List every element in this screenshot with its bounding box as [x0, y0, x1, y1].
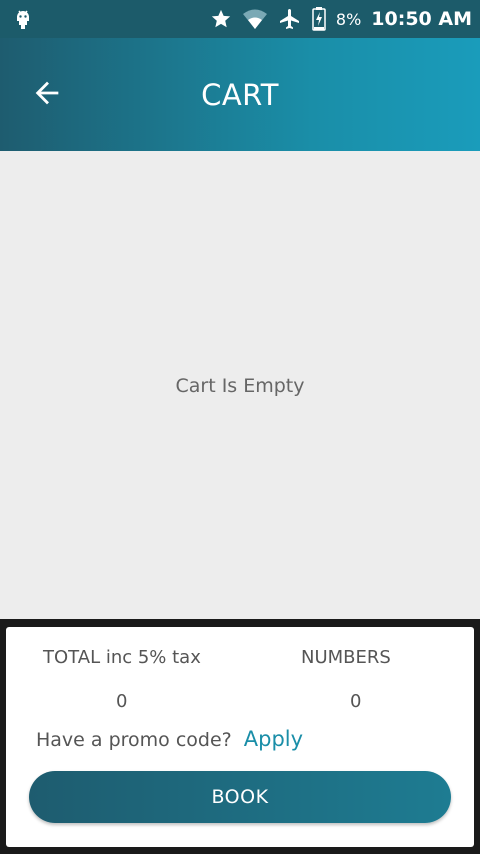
bottom-panel: TOTAL inc 5% tax NUMBERS 0 0 Have a prom…: [0, 619, 480, 854]
numbers-label: NUMBERS: [301, 647, 391, 668]
arrow-left-icon: [30, 76, 64, 114]
android-debug-icon: [14, 8, 32, 30]
total-label: TOTAL inc 5% tax: [43, 647, 201, 668]
total-value: 0: [116, 691, 128, 712]
book-button[interactable]: BOOK: [29, 771, 451, 823]
status-time: 10:50 AM: [371, 8, 472, 30]
battery-percent: 8%: [335, 9, 362, 29]
cart-content: Cart Is Empty: [0, 151, 480, 619]
promo-row: Have a promo code? Apply: [36, 727, 303, 751]
summary-card: TOTAL inc 5% tax NUMBERS 0 0 Have a prom…: [6, 627, 474, 847]
back-button[interactable]: [26, 74, 68, 116]
star-icon: [210, 8, 232, 30]
wifi-icon: [242, 8, 268, 30]
app-bar: CART: [0, 38, 480, 151]
battery-charging-icon: [312, 7, 326, 31]
page-title: CART: [201, 77, 279, 112]
status-bar: 8% 10:50 AM: [0, 0, 480, 38]
numbers-value: 0: [350, 691, 362, 712]
promo-prompt: Have a promo code?: [36, 729, 232, 751]
empty-cart-message: Cart Is Empty: [175, 375, 305, 397]
airplane-icon: [278, 7, 302, 31]
apply-promo-link[interactable]: Apply: [244, 727, 303, 751]
